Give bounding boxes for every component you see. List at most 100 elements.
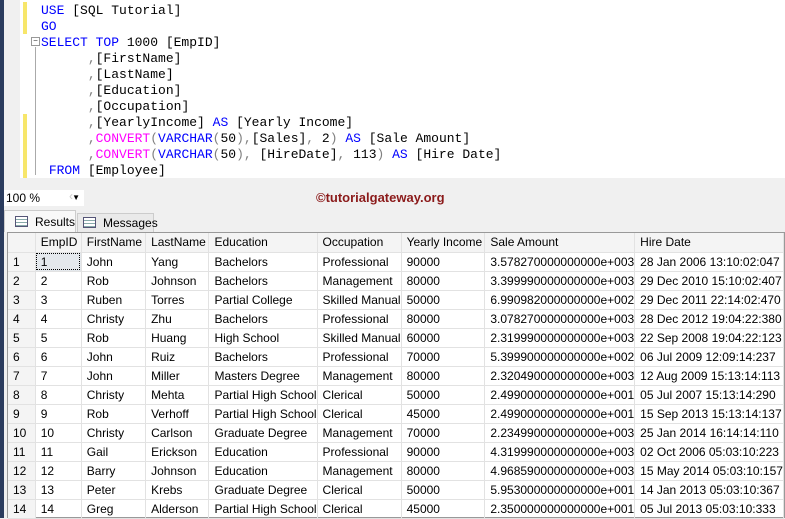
table-row[interactable]: 11 11 Gail Erickson Education Professional 900…	[8, 442, 784, 462]
table-row[interactable]: 8 8 Christy Mehta Partial High School Clerica…	[8, 385, 784, 405]
table-cell[interactable]: Barry	[81, 461, 147, 481]
table-cell[interactable]: 3	[35, 290, 82, 310]
table-row[interactable]: 7 7 John Miller Masters Degree Management 8000…	[8, 366, 784, 386]
table-cell[interactable]: 8	[35, 385, 82, 405]
table-cell[interactable]: 28 Dec 2012 19:04:22:380	[634, 309, 784, 329]
table-cell[interactable]: 45000	[401, 404, 486, 424]
table-cell[interactable]: Verhoff	[145, 404, 210, 424]
table-cell[interactable]: Skilled Manual	[317, 328, 402, 348]
table-cell[interactable]: Education	[208, 442, 318, 462]
code-line[interactable]: ,[LastName]	[41, 67, 174, 83]
table-cell[interactable]: 13	[35, 480, 82, 500]
code-line[interactable]: GO	[41, 19, 57, 35]
table-row[interactable]: 10 10 Christy Carlson Graduate Degree Managem…	[8, 423, 784, 443]
table-cell[interactable]: 60000	[401, 328, 486, 348]
column-header[interactable]: Hire Date	[634, 233, 784, 253]
table-cell[interactable]: Gail	[81, 442, 147, 462]
table-cell[interactable]: 6.990982000000000e+002	[484, 290, 636, 310]
table-cell[interactable]: Management	[317, 271, 402, 291]
table-cell[interactable]: Rob	[81, 271, 147, 291]
row-number[interactable]: 13	[8, 480, 36, 500]
column-header[interactable]: FirstName	[81, 233, 147, 253]
table-cell[interactable]: Torres	[145, 290, 210, 310]
code-line[interactable]: USE [SQL Tutorial]	[41, 3, 181, 19]
table-cell[interactable]: Professional	[317, 442, 402, 462]
table-cell[interactable]: 50000	[401, 480, 486, 500]
table-cell[interactable]: Johnson	[145, 461, 210, 481]
code-line[interactable]: ,[Occupation]	[41, 99, 189, 115]
table-cell[interactable]: 4	[35, 309, 82, 329]
table-cell[interactable]: 22 Sep 2008 19:04:22:123	[634, 328, 784, 348]
column-header[interactable]: EmpID	[35, 233, 82, 253]
row-number[interactable]: 6	[8, 347, 36, 367]
table-cell[interactable]: 6	[35, 347, 82, 367]
table-cell[interactable]: 5.399900000000000e+002	[484, 347, 636, 367]
results-grid[interactable]: EmpID FirstName LastName Education Occupatio…	[7, 232, 785, 519]
table-cell[interactable]: Bachelors	[208, 271, 318, 291]
table-cell[interactable]: Clerical	[317, 404, 402, 424]
table-cell[interactable]: 70000	[401, 423, 486, 443]
table-cell[interactable]: Rob	[81, 328, 147, 348]
table-cell[interactable]: 06 Jul 2009 12:09:14:237	[634, 347, 784, 367]
table-cell[interactable]: Bachelors	[208, 309, 318, 329]
table-cell[interactable]: Christy	[81, 423, 147, 443]
table-cell[interactable]: Partial High School	[208, 404, 318, 424]
table-cell[interactable]: 14	[35, 499, 82, 519]
code-line[interactable]: ,[YearlyIncome] AS [Yearly Income]	[41, 115, 353, 131]
table-cell[interactable]: 2.234990000000000e+003	[484, 423, 636, 443]
table-cell[interactable]: Ruiz	[145, 347, 210, 367]
table-cell[interactable]: 14 Jan 2013 05:03:10:367	[634, 480, 784, 500]
table-row[interactable]: 3 3 Ruben Torres Partial College Skilled Manu…	[8, 290, 784, 310]
table-row[interactable]: 6 6 John Ruiz Bachelors Professional 70000 5.39…	[8, 347, 784, 367]
table-cell[interactable]: 15 May 2014 05:03:10:157	[634, 461, 784, 481]
table-cell[interactable]: 25 Jan 2014 16:14:14:110	[634, 423, 784, 443]
table-cell[interactable]: Erickson	[145, 442, 210, 462]
table-cell[interactable]: Skilled Manual	[317, 290, 402, 310]
table-cell[interactable]: Christy	[81, 385, 147, 405]
table-cell[interactable]: 4.319990000000000e+003	[484, 442, 636, 462]
table-cell[interactable]: 10	[35, 423, 82, 443]
table-cell[interactable]: 2.320490000000000e+003	[484, 366, 636, 386]
table-cell[interactable]: Zhu	[145, 309, 210, 329]
row-number[interactable]: 3	[8, 290, 36, 310]
table-cell[interactable]: High School	[208, 328, 318, 348]
code-line[interactable]: ,[Education]	[41, 83, 182, 99]
collapse-icon[interactable]: −	[31, 37, 40, 46]
row-number[interactable]: 14	[8, 499, 36, 519]
table-cell[interactable]: Professional	[317, 347, 402, 367]
table-cell[interactable]: 05 Jul 2013 05:03:10:333	[634, 499, 784, 519]
table-cell[interactable]: 9	[35, 404, 82, 424]
table-cell[interactable]: Professional	[317, 252, 402, 272]
table-cell[interactable]: 12 Aug 2009 15:13:14:113	[634, 366, 784, 386]
table-cell[interactable]: Clerical	[317, 499, 402, 519]
table-cell[interactable]: Carlson	[145, 423, 210, 443]
table-cell[interactable]: Clerical	[317, 480, 402, 500]
table-cell[interactable]: Peter	[81, 480, 147, 500]
table-cell[interactable]: John	[81, 347, 147, 367]
table-cell[interactable]: Bachelors	[208, 252, 318, 272]
table-cell[interactable]: 80000	[401, 309, 486, 329]
table-cell[interactable]: 28 Jan 2006 13:10:02:047	[634, 252, 784, 272]
table-row[interactable]: 2 2 Rob Johnson Bachelors Management 80000 3.39…	[8, 271, 784, 291]
table-cell[interactable]: 45000	[401, 499, 486, 519]
table-row[interactable]: 14 14 Greg Alderson Partial High School Cleri…	[8, 499, 784, 519]
table-cell[interactable]: 50000	[401, 385, 486, 405]
table-cell[interactable]: Christy	[81, 309, 147, 329]
table-row[interactable]: 13 13 Peter Krebs Graduate Degree Clerical 500…	[8, 480, 784, 500]
row-number[interactable]: 1	[8, 252, 36, 272]
table-cell[interactable]: Johnson	[145, 271, 210, 291]
table-cell[interactable]: 90000	[401, 442, 486, 462]
column-header[interactable]	[8, 233, 36, 253]
table-cell[interactable]: 3.078270000000000e+003	[484, 309, 636, 329]
table-cell[interactable]: 4.968590000000000e+003	[484, 461, 636, 481]
row-number[interactable]: 7	[8, 366, 36, 386]
table-cell[interactable]: 2.499000000000000e+001	[484, 385, 636, 405]
table-cell[interactable]: Mehta	[145, 385, 210, 405]
table-cell[interactable]: Partial College	[208, 290, 318, 310]
table-cell[interactable]: Bachelors	[208, 347, 318, 367]
table-cell[interactable]: John	[81, 366, 147, 386]
table-cell[interactable]: 5	[35, 328, 82, 348]
row-number[interactable]: 10	[8, 423, 36, 443]
table-cell[interactable]: 80000	[401, 366, 486, 386]
table-cell[interactable]: Krebs	[145, 480, 210, 500]
